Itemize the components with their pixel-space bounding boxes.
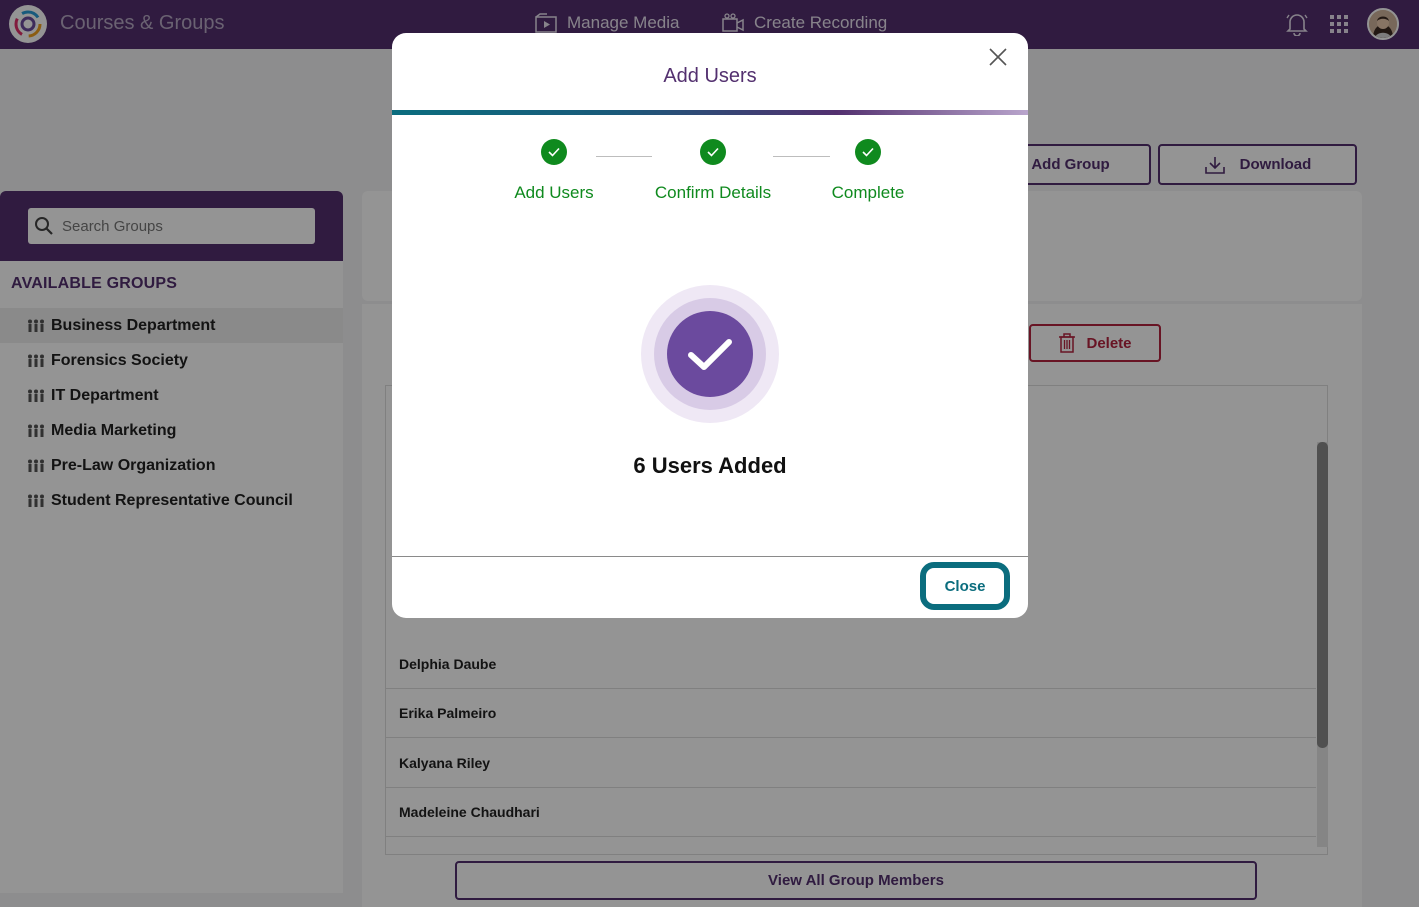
dialog-accent-bar xyxy=(392,110,1028,115)
dialog-close-button[interactable] xyxy=(986,45,1010,69)
step-label: Add Users xyxy=(514,183,594,202)
success-message: 6 Users Added xyxy=(633,453,787,478)
step-confirm-details: Confirm Details xyxy=(633,139,793,203)
dialog-footer-divider xyxy=(392,556,1028,557)
check-icon xyxy=(541,139,567,165)
dialog-title: Add Users xyxy=(663,65,757,87)
step-label: Complete xyxy=(831,183,905,202)
step-add-users: Add Users xyxy=(474,139,634,203)
step-complete: Complete xyxy=(788,139,948,203)
success-check-icon xyxy=(688,339,732,370)
add-users-dialog: Add Users Add Users Confirm Details Comp… xyxy=(392,33,1028,618)
check-icon xyxy=(700,139,726,165)
step-label: Confirm Details xyxy=(654,183,772,202)
success-badge xyxy=(641,285,779,423)
close-button[interactable]: Close xyxy=(929,571,1001,601)
close-button-focus-ring: Close xyxy=(920,562,1010,610)
close-icon xyxy=(989,48,1007,66)
check-icon xyxy=(855,139,881,165)
